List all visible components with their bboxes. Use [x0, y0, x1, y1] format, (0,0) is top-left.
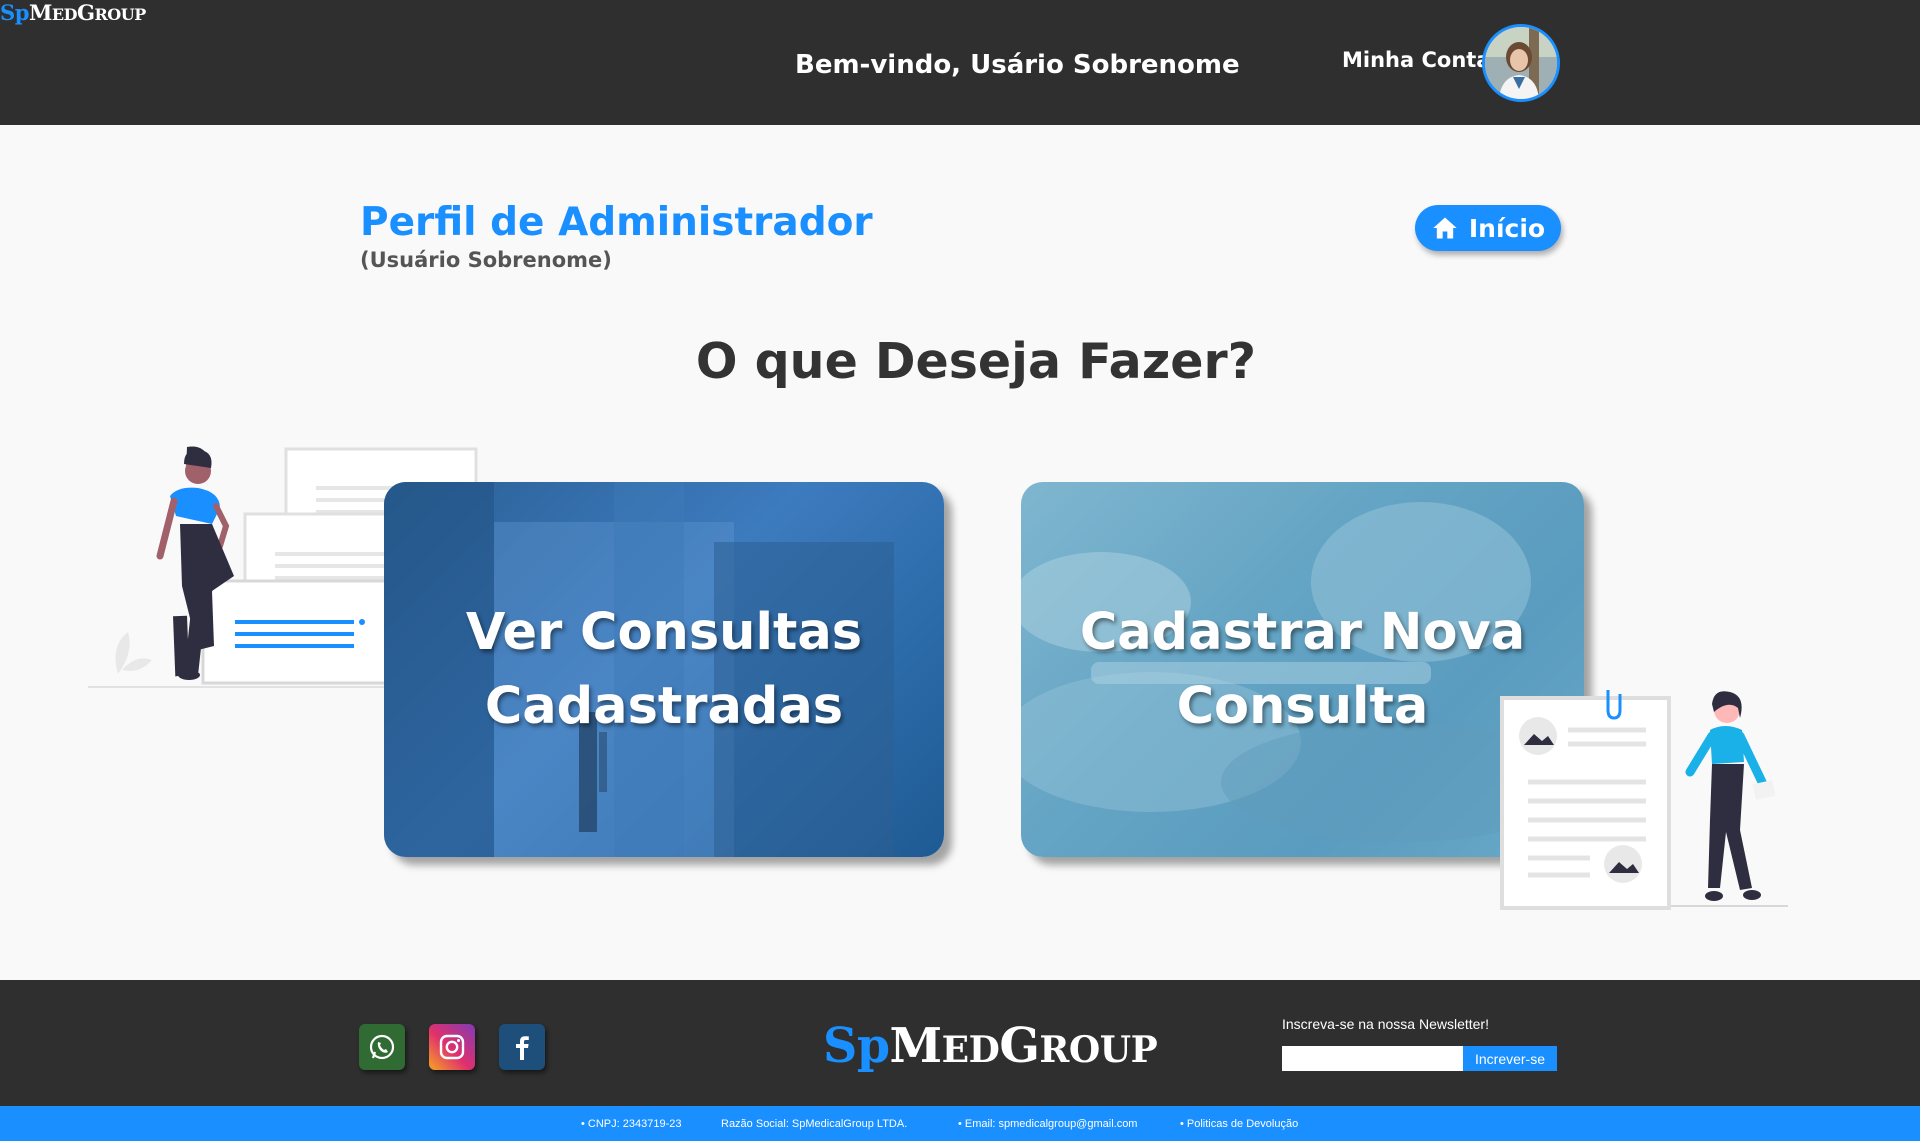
header-logo[interactable]: SpMEDGROUP	[0, 0, 146, 25]
home-icon	[1433, 217, 1457, 239]
instagram-icon	[439, 1034, 465, 1060]
woman-report-illustration	[1500, 690, 1788, 910]
section-heading: O que Deseja Fazer?	[695, 333, 1257, 390]
facebook-icon	[516, 1036, 529, 1060]
avatar-photo	[1485, 27, 1557, 99]
view-appointments-label: Ver Consultas Cadastradas	[465, 602, 863, 736]
page-title: Perfil de Administrador	[360, 200, 873, 245]
new-appointment-label: Cadastrar Nova Consulta	[1079, 602, 1526, 736]
footer-logo[interactable]: SpMEDGROUP	[823, 1018, 1158, 1074]
whatsapp-icon	[369, 1034, 395, 1060]
account-link[interactable]: Minha Conta	[1342, 48, 1490, 72]
home-button-label: Início	[1468, 213, 1546, 243]
whatsapp-button[interactable]	[359, 1024, 405, 1070]
newsletter-email-input[interactable]	[1282, 1046, 1463, 1071]
company-name-info: Razão Social: SpMedicalGroup LTDA.	[721, 1118, 908, 1130]
avatar[interactable]	[1482, 24, 1560, 102]
newsletter-subscribe-button[interactable]: Increver-se	[1463, 1046, 1557, 1071]
facebook-button[interactable]	[499, 1024, 545, 1070]
newsletter-label: Inscreva-se na nossa Newsletter!	[1282, 1016, 1489, 1032]
cnpj-info: • CNPJ: 2343719-23	[581, 1118, 682, 1130]
welcome-message: Bem-vindo, Usário Sobrenome	[795, 50, 1240, 80]
instagram-button[interactable]	[429, 1024, 475, 1070]
page-subtitle: (Usuário Sobrenome)	[360, 248, 612, 272]
email-info: • Email: spmedicalgroup@gmail.com	[958, 1118, 1138, 1130]
return-policy-link[interactable]: • Politicas de Devolução	[1180, 1118, 1298, 1130]
view-appointments-card[interactable]: Ver Consultas Cadastradas	[384, 482, 944, 857]
home-button[interactable]: Início	[1415, 205, 1561, 251]
